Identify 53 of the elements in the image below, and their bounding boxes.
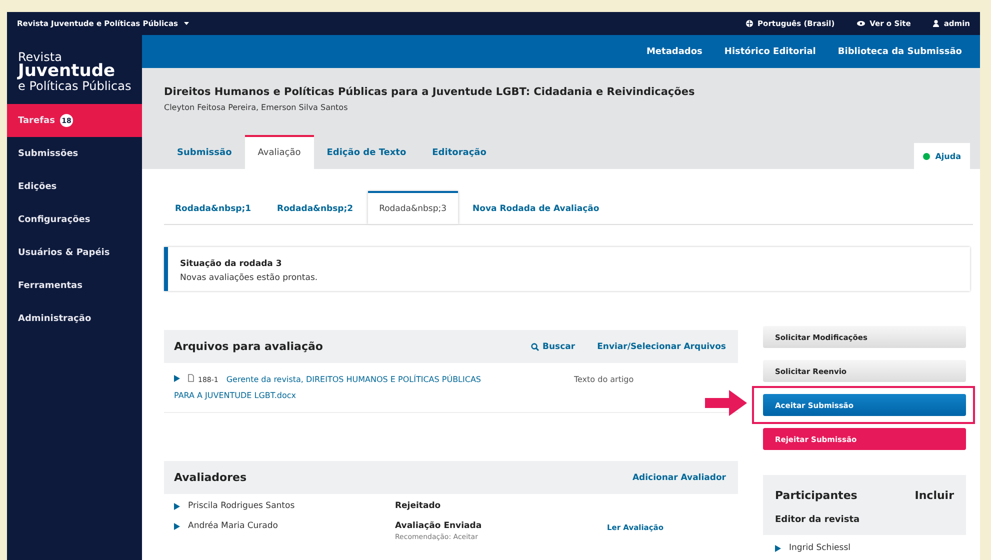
- logo-text: Revista: [18, 51, 62, 63]
- header-link[interactable]: Metadados: [646, 46, 702, 56]
- user-icon: [932, 20, 939, 27]
- expand-icon[interactable]: [775, 544, 781, 552]
- eye-icon: [856, 21, 865, 26]
- help-icon: [923, 152, 930, 160]
- sidebar-item[interactable]: Administração: [7, 302, 142, 335]
- logo-text: e Políticas Públicas: [18, 80, 132, 92]
- file-icon: [188, 374, 194, 382]
- status-title: Situação da rodada 3: [180, 259, 283, 269]
- pointer-arrow: [705, 390, 747, 416]
- sidebar-item[interactable]: Edições: [7, 170, 142, 203]
- globe-icon: [746, 20, 753, 27]
- section-title: Avaliadores: [174, 471, 248, 484]
- expand-icon[interactable]: [174, 523, 180, 530]
- expand-icon[interactable]: [174, 375, 180, 382]
- status-text: Novas avaliações estão prontas.: [180, 273, 319, 283]
- upload-link[interactable]: Enviar/Selecionar Arquivos: [597, 342, 726, 352]
- file-type: Texto do artigo: [574, 374, 634, 386]
- participant-name: Ingrid Schiessl: [789, 543, 851, 553]
- expand-icon[interactable]: [174, 503, 180, 510]
- round-tab[interactable]: Rodada&nbsp;1: [164, 191, 262, 224]
- review-status: Avaliação Enviada: [395, 521, 483, 531]
- reviewer-name: Priscila Rodrigues Santos: [188, 501, 295, 511]
- stage-tab[interactable]: Submissão: [164, 135, 245, 169]
- sidebar-item[interactable]: Submissões: [7, 137, 142, 170]
- submission-authors: Cleyton Feitosa Pereira, Emerson Silva Santos: [164, 103, 349, 112]
- logo-text: Juventude: [18, 63, 116, 80]
- section-title: Participantes: [775, 489, 858, 502]
- round-tab[interactable]: Rodada&nbsp;3: [368, 191, 458, 224]
- stage-tab[interactable]: Editoração: [419, 135, 500, 169]
- header-link[interactable]: Biblioteca da Submissão: [838, 46, 962, 56]
- round-tab[interactable]: Nova Rodada de Avaliação: [462, 191, 610, 224]
- file-link[interactable]: Gerente da revista, DIREITOS HUMANOS E POLÍTICAS PÚBLICAS: [226, 375, 482, 384]
- header-link[interactable]: Histórico Editorial: [724, 46, 816, 56]
- round-tab[interactable]: Rodada&nbsp;2: [266, 191, 364, 224]
- search-icon: [530, 342, 539, 350]
- stage-tab[interactable]: Avaliação: [244, 135, 314, 169]
- search-link[interactable]: Buscar: [530, 342, 576, 352]
- review-status: Rejeitado: [395, 501, 442, 511]
- submission-title: Direitos Humanos e Políticas Públicas para a Juventude LGBT: Cidadania e Reivindicações: [164, 86, 696, 98]
- file-link[interactable]: PARA A JUVENTUDE LGBT.docx: [174, 391, 296, 400]
- sidebar-item[interactable]: Ferramentas: [7, 269, 142, 302]
- add-participant-link[interactable]: Incluir: [914, 489, 954, 502]
- sidebar-item[interactable]: Usuários & Papéis: [7, 236, 142, 269]
- reviewer-name: Andréa Maria Curado: [188, 521, 278, 531]
- sidebar-item[interactable]: Configurações: [7, 203, 142, 236]
- stage-tab[interactable]: Edição de Texto: [314, 135, 420, 169]
- add-reviewer-link[interactable]: Adicionar Avaliador: [632, 472, 726, 482]
- role-title: Editor da revista: [775, 514, 861, 527]
- caret-icon[interactable]: [184, 22, 190, 25]
- section-title: Arquivos para avaliação: [174, 340, 324, 353]
- help-tab[interactable]: Ajuda: [914, 143, 970, 169]
